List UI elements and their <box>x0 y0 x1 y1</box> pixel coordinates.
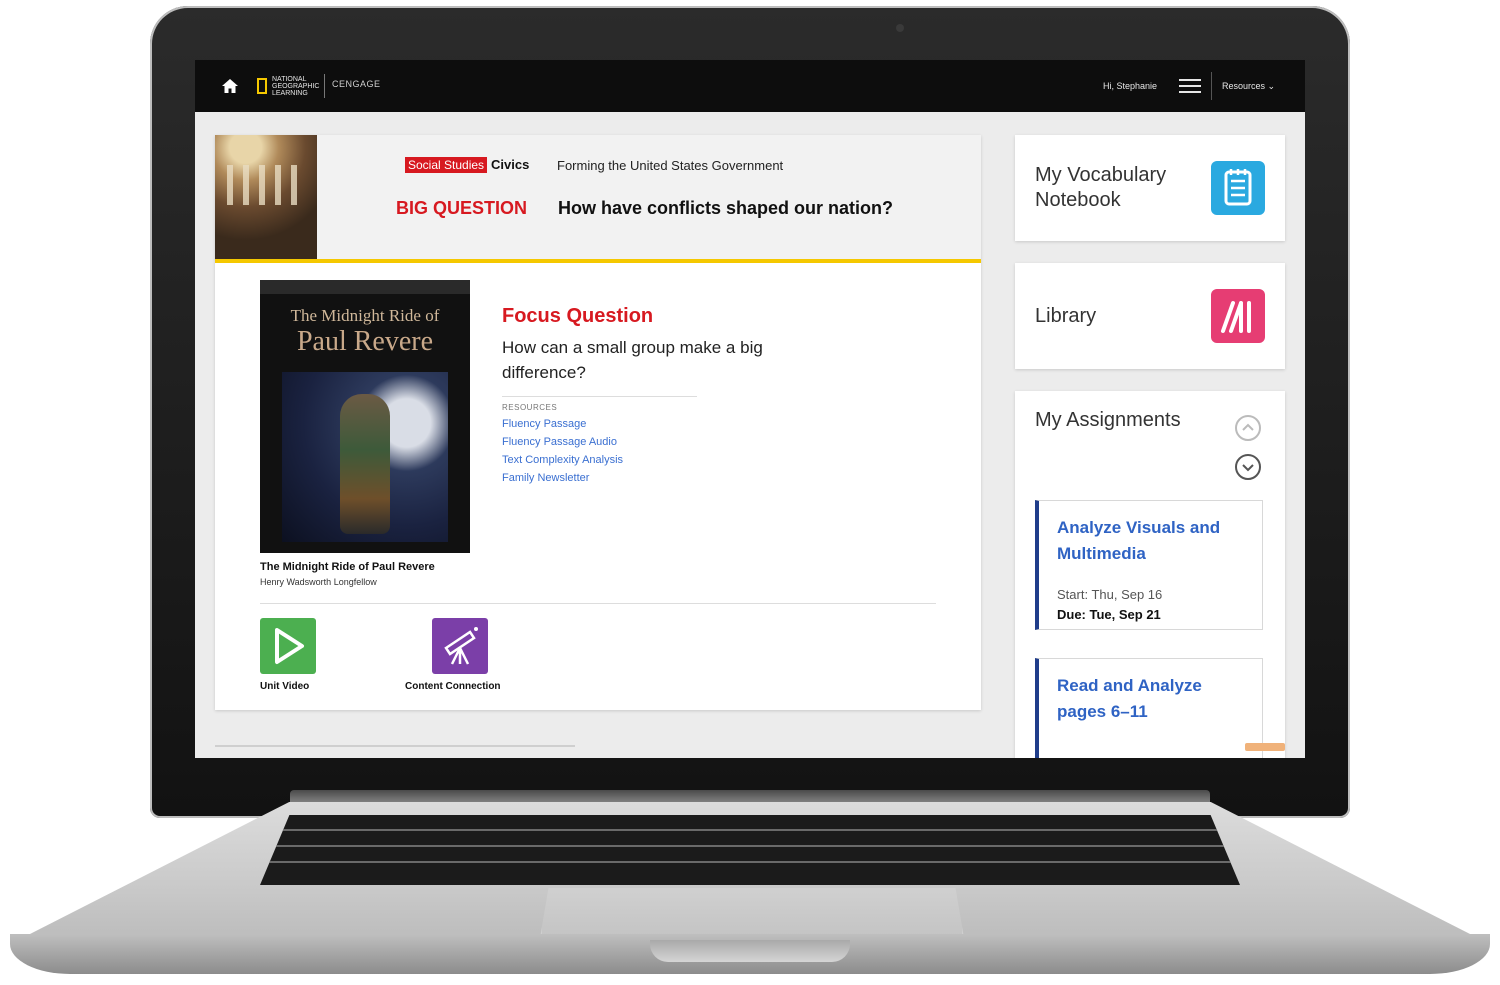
unit-banner: Social Studies Civics Forming the United… <box>215 135 981 263</box>
resources-label: RESOURCES <box>502 403 558 412</box>
touchpad <box>540 888 964 938</box>
camera-dot <box>896 24 904 32</box>
assignments-title: My Assignments <box>1035 409 1181 431</box>
brand-divider <box>324 74 325 98</box>
subject-tag: Social Studies <box>405 157 488 173</box>
big-question-label: BIG QUESTION <box>396 198 528 218</box>
assignment-item[interactable]: Read and Analyze pages 6–11 <box>1035 658 1263 758</box>
national-geographic-logo[interactable]: NATIONAL GEOGRAPHIC LEARNING <box>257 74 322 98</box>
capitol-dome-image <box>215 135 317 259</box>
vocabulary-notebook-title: My Vocabulary Notebook <box>1035 164 1167 211</box>
yellow-border-icon <box>257 78 267 94</box>
key-row <box>260 861 1240 863</box>
book-cover[interactable]: The Midnight Ride of Paul Revere <box>260 280 470 553</box>
book-title[interactable]: The Midnight Ride of Paul Revere <box>260 561 435 573</box>
unit-main-panel: Social Studies Civics Forming the United… <box>215 135 981 710</box>
assignment-title: Read and Analyze pages 6–11 <box>1057 676 1202 721</box>
hamburger-menu-icon[interactable] <box>1179 79 1201 94</box>
content-connection-label: Content Connection <box>405 681 501 692</box>
book-author: Henry Wadsworth Longfellow <box>260 577 377 587</box>
top-nav-bar: NATIONAL GEOGRAPHIC LEARNING CENGAGE Hi,… <box>195 60 1305 112</box>
vocabulary-notebook-card[interactable]: My Vocabulary Notebook <box>1015 135 1285 241</box>
library-books-icon <box>1211 289 1265 343</box>
cover-illustration <box>282 372 448 542</box>
resource-link[interactable]: Family Newsletter <box>502 472 589 484</box>
assignment-due-date: Due: Tue, Sep 21 <box>1057 607 1161 622</box>
laptop-notch <box>650 940 850 962</box>
section-divider <box>260 603 936 604</box>
unit-title: Forming the United States Government <box>557 158 784 173</box>
keyboard <box>260 815 1240 885</box>
footer-logo <box>1245 743 1285 751</box>
scroll-down-button[interactable] <box>1235 454 1261 480</box>
cover-title-line1: The Midnight Ride of <box>290 306 440 325</box>
assignment-item[interactable]: Analyze Visuals and Multimedia Start: Th… <box>1035 500 1263 630</box>
cengage-logo: CENGAGE <box>332 79 381 89</box>
unit-video-button[interactable] <box>260 618 316 674</box>
app-screen: NATIONAL GEOGRAPHIC LEARNING CENGAGE Hi,… <box>195 60 1305 758</box>
unit-video-label: Unit Video <box>260 681 310 692</box>
rider-figure <box>340 394 390 534</box>
play-icon <box>275 628 304 664</box>
big-question-text: How have conflicts shaped our nation? <box>558 198 894 218</box>
key-row <box>260 845 1240 847</box>
content-connection-button[interactable] <box>432 618 488 674</box>
brand-primary-text: NATIONAL GEOGRAPHIC LEARNING <box>272 75 320 97</box>
chevron-up-icon <box>1242 423 1254 431</box>
user-greeting[interactable]: Hi, Stephanie <box>1103 81 1157 91</box>
resource-link[interactable]: Fluency Passage <box>502 418 586 430</box>
assignment-title: Analyze Visuals and Multimedia <box>1057 518 1221 563</box>
resources-dropdown[interactable]: Resources ⌄ <box>1222 81 1275 92</box>
library-card[interactable]: Library <box>1015 263 1285 369</box>
footer-copyright-line <box>215 745 575 747</box>
focus-question-text: How can a small group make a big differe… <box>502 338 763 382</box>
resource-link[interactable]: Fluency Passage Audio <box>502 436 617 448</box>
key-row <box>260 829 1240 831</box>
resources-divider <box>502 396 697 397</box>
assignment-start-date: Start: Thu, Sep 16 <box>1057 587 1163 602</box>
ebook-toolbar <box>260 280 470 294</box>
cover-title-line2: Paul Revere <box>296 326 434 357</box>
subject-name: Civics <box>491 157 530 172</box>
notebook-icon <box>1211 161 1265 215</box>
telescope-icon <box>444 627 478 665</box>
library-title: Library <box>1035 305 1097 327</box>
resource-link[interactable]: Text Complexity Analysis <box>502 454 623 466</box>
home-icon[interactable] <box>221 77 239 95</box>
nav-divider <box>1211 72 1212 100</box>
assignments-card: My Assignments Analyze Visuals and Multi… <box>1015 391 1285 758</box>
scroll-up-button[interactable] <box>1235 415 1261 441</box>
chevron-down-icon <box>1242 464 1254 472</box>
focus-question-label: Focus Question <box>502 305 654 327</box>
